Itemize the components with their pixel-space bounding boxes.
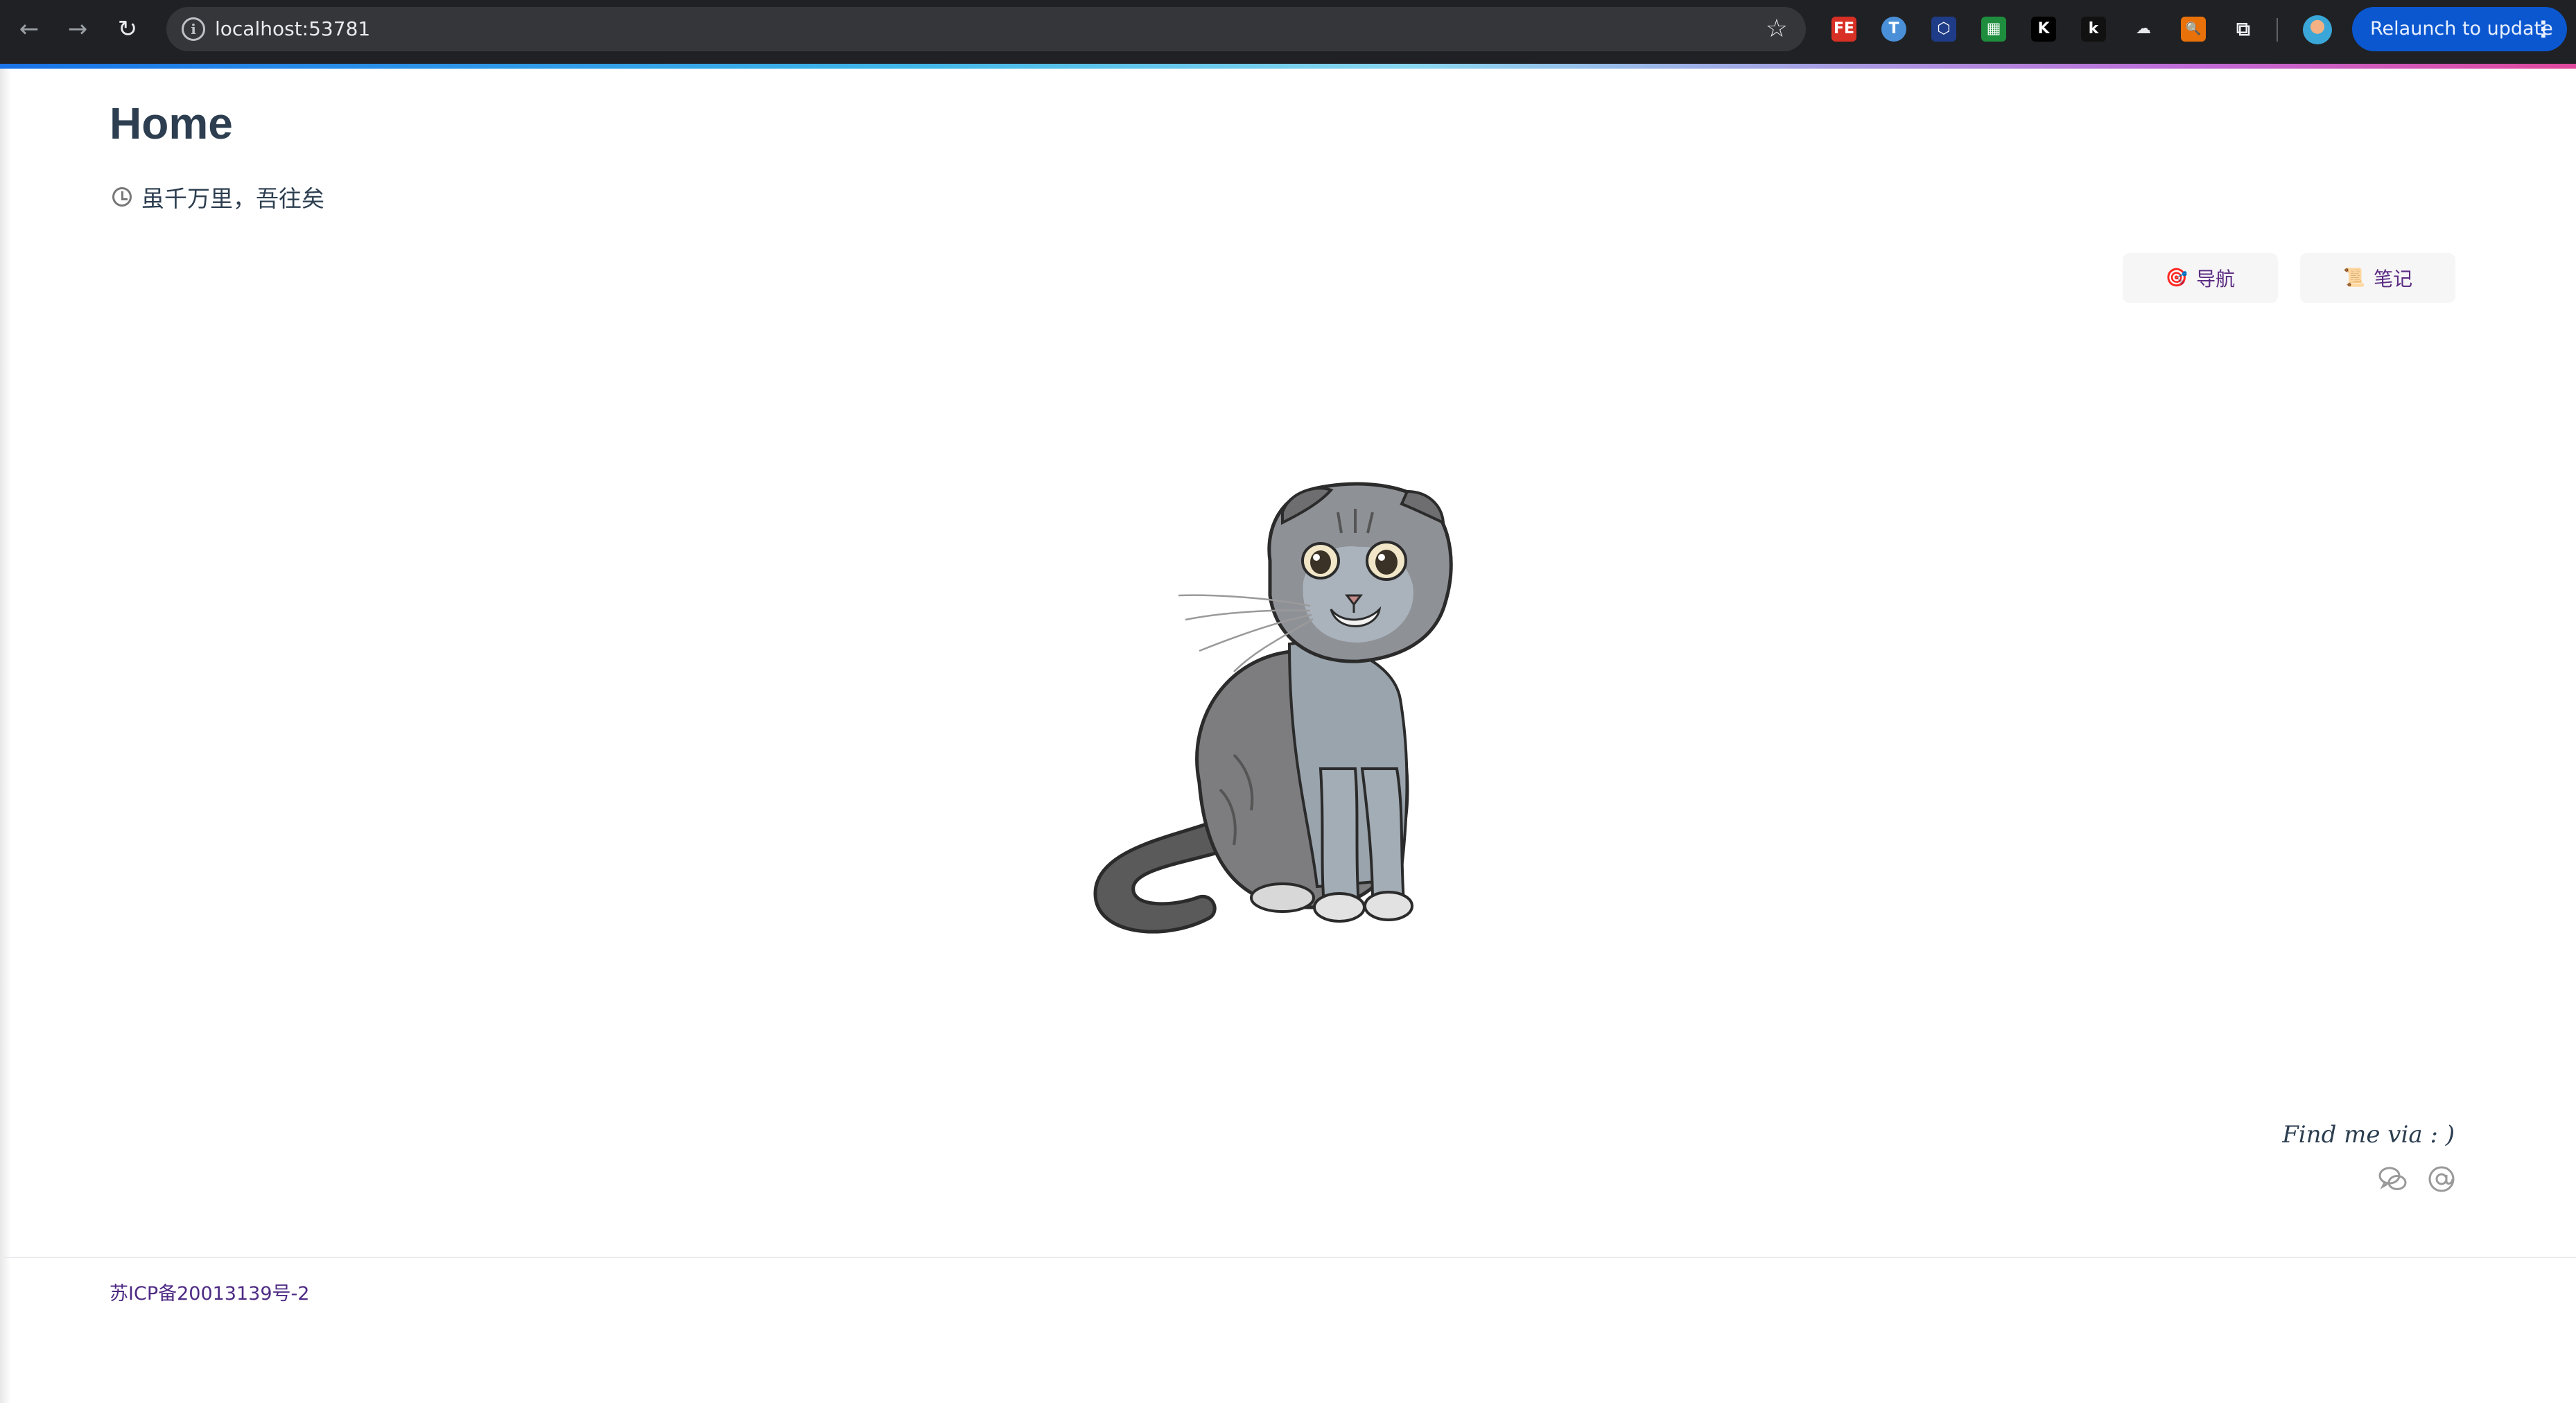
back-arrow-icon[interactable]: ← <box>12 12 46 46</box>
social-links <box>2378 1164 2457 1194</box>
cat-illustration <box>1093 482 1453 934</box>
nav-button-label: 导航 <box>2196 268 2236 290</box>
k-extension-icon[interactable]: K <box>2031 17 2056 42</box>
bookmark-star-icon[interactable]: ☆ <box>1766 14 1788 44</box>
target-icon: 🎯 <box>2165 268 2188 288</box>
fe-extension-icon[interactable]: FE <box>1831 17 1856 42</box>
page-title: Home <box>110 98 233 148</box>
profile-avatar[interactable] <box>2303 15 2332 44</box>
motto: 虽千万里，吾往矣 <box>112 180 324 214</box>
footer-divider <box>0 1257 2576 1258</box>
cloud-extension-icon[interactable]: ☁ <box>2131 17 2156 42</box>
icp-license-link[interactable]: 苏ICP备20013139号-2 <box>110 1278 309 1305</box>
hex-extension-icon[interactable]: ⬡ <box>1931 17 1956 42</box>
page-content: Home 虽千万里，吾往矣 🎯 导航 📜 笔记 Find me via:) … <box>0 69 2576 1403</box>
progress-accent-bar <box>0 64 2576 69</box>
find-me-text: Find me via : ) <box>2282 1121 2455 1149</box>
browser-toolbar: ← → ↻ i localhost:53781 ☆ FE T ⬡ ▦ K k ☁… <box>0 0 2576 64</box>
address-bar[interactable]: i localhost:53781 ☆ <box>166 7 1806 51</box>
left-edge-shadow <box>0 69 11 1403</box>
email-at-icon[interactable] <box>2426 1164 2457 1194</box>
k-lower-extension-icon[interactable]: k <box>2081 17 2106 42</box>
relaunch-button[interactable]: Relaunch to update ⋮ <box>2352 7 2567 51</box>
search-extension-icon[interactable]: 🔍 <box>2181 17 2206 42</box>
nav-button[interactable]: 🎯 导航 <box>2123 253 2278 303</box>
scroll-icon: 📜 <box>2342 268 2366 288</box>
t-extension-icon[interactable]: T <box>1881 17 1906 42</box>
site-info-icon[interactable]: i <box>182 17 205 41</box>
relaunch-label: Relaunch to update <box>2370 18 2553 40</box>
forward-arrow-icon[interactable]: → <box>61 12 94 46</box>
notes-button[interactable]: 📜 笔记 <box>2300 253 2455 303</box>
motto-text: 虽千万里，吾往矣 <box>141 185 324 212</box>
clock-icon <box>112 187 132 207</box>
puzzle-extension-icon[interactable]: ⧉ <box>2231 17 2256 42</box>
green-extension-icon[interactable]: ▦ <box>1981 17 2006 42</box>
wechat-icon[interactable] <box>2378 1164 2408 1194</box>
reload-icon[interactable]: ↻ <box>111 12 144 46</box>
notes-button-label: 笔记 <box>2374 268 2413 290</box>
more-menu-icon[interactable]: ⋮ <box>2532 7 2555 51</box>
address-url[interactable]: localhost:53781 <box>215 7 370 51</box>
toolbar-divider <box>2277 18 2278 42</box>
